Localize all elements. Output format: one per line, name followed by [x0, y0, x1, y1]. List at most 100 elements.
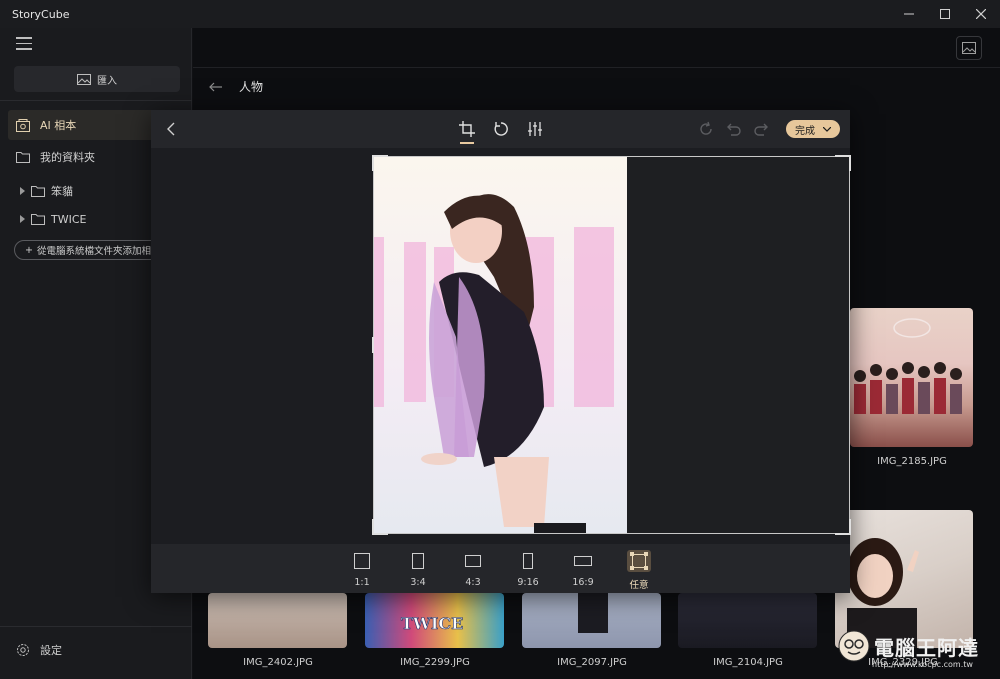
undo-button[interactable]: [724, 119, 744, 139]
chevron-down-icon[interactable]: [823, 126, 831, 132]
editor-toolbar: 完成: [151, 110, 850, 148]
expand-arrow-icon[interactable]: [20, 215, 25, 223]
redo-icon: [754, 123, 768, 136]
gallery-thumbnail[interactable]: [850, 308, 973, 447]
crop-tool-button[interactable]: [457, 119, 477, 144]
ratio-label: 4:3: [465, 577, 481, 588]
editor-canvas: [151, 148, 851, 544]
ratio-label: 16:9: [572, 577, 594, 588]
aspect-ratio-bar: 1:1 3:4 4:3 9:16 16:9 任意: [151, 544, 850, 593]
folder-icon: [31, 186, 45, 197]
thumbnail-filename: IMG_2299.JPG: [400, 657, 470, 668]
gallery-thumbnail[interactable]: [678, 593, 817, 648]
landscape-ratio-icon: [465, 555, 481, 567]
crop-handle[interactable]: [372, 519, 374, 535]
thumbnail-filename: IMG_2097.JPG: [557, 657, 627, 668]
thumbnail-filename: IMG_2402.JPG: [243, 657, 313, 668]
crop-handle[interactable]: [372, 155, 374, 171]
crop-handle[interactable]: [849, 155, 851, 171]
portrait-photo: [374, 157, 627, 533]
image-import-icon: [77, 73, 91, 85]
watermark-url: http://www.kocpc.com.tw: [872, 660, 973, 669]
ratio-label: 3:4: [410, 577, 426, 588]
group-photo: [854, 318, 962, 414]
watermark-text: 電腦王阿達: [874, 635, 979, 660]
redo-button[interactable]: [751, 119, 771, 139]
gear-icon: [17, 644, 29, 656]
page-title: 人物: [239, 80, 264, 94]
folder-label: 笨貓: [51, 185, 73, 198]
settings-label: 設定: [40, 644, 62, 657]
title-bar: StoryCube: [0, 0, 1000, 28]
image-view-icon: [962, 42, 976, 54]
breadcrumb: 人物: [209, 78, 263, 95]
gallery-thumbnail[interactable]: TWICE: [365, 593, 504, 648]
refresh-icon: [700, 121, 712, 135]
top-bar: [193, 28, 1000, 68]
sliders-icon: [528, 122, 542, 136]
redo-rotate-button[interactable]: [696, 119, 716, 139]
divider: [0, 100, 192, 101]
folder-icon: [16, 152, 30, 163]
gallery-thumbnail[interactable]: [522, 593, 661, 648]
ratio-label: 1:1: [354, 577, 370, 588]
close-button[interactable]: [963, 0, 999, 28]
folder-label: TWICE: [51, 212, 87, 226]
ratio-9-16-button[interactable]: 9:16: [508, 550, 548, 588]
editor-back-button[interactable]: [161, 119, 181, 139]
expand-arrow-icon[interactable]: [20, 187, 25, 195]
watermark-logo: [838, 630, 870, 662]
import-label: 匯入: [97, 75, 117, 87]
edited-photo: [374, 157, 627, 533]
ratio-3-4-button[interactable]: 3:4: [398, 550, 438, 588]
ratio-1-1-button[interactable]: 1:1: [342, 550, 382, 588]
adjust-tool-button[interactable]: [525, 119, 545, 139]
rotate-tool-button[interactable]: [491, 119, 511, 139]
crop-handle[interactable]: [372, 533, 388, 535]
crop-frame[interactable]: [372, 155, 851, 535]
ratio-16-9-button[interactable]: 16:9: [563, 550, 603, 588]
photo-legs: [578, 593, 608, 633]
crop-icon: [459, 121, 475, 137]
minimize-button[interactable]: [891, 0, 927, 28]
menu-icon[interactable]: [16, 37, 32, 51]
portrait-ratio-icon: [412, 553, 424, 569]
maximize-button[interactable]: [927, 0, 963, 28]
crop-handle[interactable]: [372, 337, 374, 353]
gallery-thumbnail[interactable]: [835, 510, 973, 648]
tall-ratio-icon: [523, 553, 533, 569]
back-arrow-icon[interactable]: [209, 82, 223, 92]
folder-tree-item[interactable]: 笨貓: [20, 180, 73, 202]
crop-handle[interactable]: [849, 519, 851, 535]
chevron-left-icon: [167, 122, 175, 136]
folder-icon: [31, 214, 45, 225]
ratio-4-3-button[interactable]: 4:3: [453, 550, 493, 588]
plus-icon: +: [25, 244, 33, 256]
ratio-free-button[interactable]: 任意: [619, 550, 659, 591]
rotate-icon: [494, 122, 508, 136]
gallery-thumbnail[interactable]: [208, 593, 347, 648]
folder-tree-item[interactable]: TWICE: [20, 208, 86, 230]
crop-handle[interactable]: [372, 155, 388, 157]
import-button[interactable]: 匯入: [14, 66, 180, 92]
thumbnail-filename: IMG_2185.JPG: [877, 456, 947, 467]
ratio-label: 9:16: [517, 577, 539, 588]
settings-button[interactable]: 設定: [16, 642, 62, 658]
thumbnail-filename: IMG_2104.JPG: [713, 657, 783, 668]
maximize-icon: [940, 9, 950, 19]
close-icon: [976, 9, 986, 19]
twice-album-art: TWICE: [401, 614, 464, 634]
add-folder-label: 從電腦系統檔文件夾添加相: [36, 246, 151, 257]
done-label: 完成: [795, 125, 815, 137]
free-crop-icon: [630, 552, 648, 570]
divider: [0, 626, 192, 627]
minimize-icon: [904, 13, 914, 15]
done-button[interactable]: 完成: [786, 120, 840, 138]
watermark: 電腦王阿達 http://www.kocpc.com.tw: [838, 630, 979, 669]
photo-editor-dialog: 完成 1:1 3:4 4:3 9:16 16:9 任意: [151, 110, 851, 593]
wide-ratio-icon: [574, 556, 592, 566]
square-ratio-icon: [354, 553, 370, 569]
album-icon: [16, 118, 30, 132]
portrait-photo: [847, 538, 919, 648]
slideshow-button[interactable]: [956, 36, 982, 60]
